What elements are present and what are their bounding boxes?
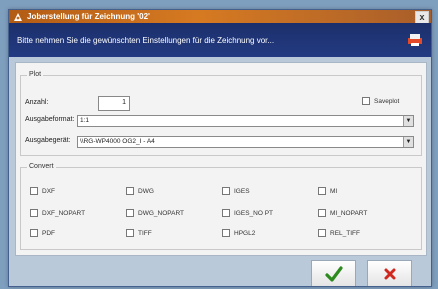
saveplot-checkbox[interactable]: Saveplot [362, 97, 399, 105]
convert-option[interactable]: IGES [222, 187, 250, 195]
convert-option-label: HPGL2 [234, 229, 256, 237]
saveplot-label: Saveplot [374, 97, 400, 105]
convert-option[interactable]: REL_TIFF [318, 229, 360, 237]
device-label: Ausgabegerät: [25, 137, 71, 144]
ok-button[interactable] [311, 260, 356, 286]
convert-option[interactable]: TIFF [126, 229, 152, 237]
count-value: 1 [122, 99, 126, 106]
instruction-banner: Bitte nehmen Sie die gewünschten Einstel… [9, 23, 431, 57]
convert-option-label: IGES_NO PT [234, 209, 274, 217]
saveplot-box[interactable] [362, 97, 370, 105]
convert-option-label: MI_NOPART [330, 209, 368, 217]
checkbox-box[interactable] [222, 187, 230, 195]
convert-option-label: PDF [42, 229, 55, 237]
convert-option-label: REL_TIFF [330, 229, 360, 237]
convert-option-label: DWG [138, 187, 154, 195]
convert-option-label: DXF_NOPART [42, 209, 86, 217]
checkbox-box[interactable] [222, 229, 230, 237]
chevron-down-icon[interactable]: ▼ [403, 137, 413, 147]
convert-option[interactable]: DWG_NOPART [126, 209, 184, 217]
checkbox-box[interactable] [30, 209, 38, 217]
cross-icon [384, 268, 395, 280]
convert-option[interactable]: PDF [30, 229, 55, 237]
count-label: Anzahl: [25, 99, 49, 106]
convert-option-label: DXF [42, 187, 55, 195]
convert-option[interactable]: DXF_NOPART [30, 209, 85, 217]
cancel-button[interactable] [367, 260, 412, 286]
checkbox-box[interactable] [318, 209, 326, 217]
format-label: Ausgabeformat: [25, 116, 75, 123]
convert-option-label: TIFF [138, 229, 152, 237]
plotter-icon [408, 34, 422, 46]
format-dropdown[interactable]: 1:1 ▼ [77, 115, 414, 127]
plot-group-legend: Plot [27, 71, 44, 78]
convert-option[interactable]: DXF [30, 187, 55, 195]
convert-option[interactable]: DWG [126, 187, 154, 195]
dialog-window: Joberstellung für Zeichnung '02' x Bitte… [8, 9, 432, 287]
checkbox-box[interactable] [318, 229, 326, 237]
checkbox-box[interactable] [126, 209, 134, 217]
device-value: \\RG-WP4000 OG2_I - A4 [80, 138, 155, 145]
count-spinner[interactable]: 1 [98, 96, 130, 111]
convert-option[interactable]: HPGL2 [222, 229, 255, 237]
checkbox-box[interactable] [126, 187, 134, 195]
checkbox-box[interactable] [30, 229, 38, 237]
convert-option-label: MI [330, 187, 338, 195]
checkbox-box[interactable] [126, 229, 134, 237]
convert-option[interactable]: MI_NOPART [318, 209, 367, 217]
app-icon [14, 12, 22, 21]
format-value: 1:1 [80, 117, 90, 124]
convert-group-legend: Convert [27, 163, 56, 170]
window-title: Joberstellung für Zeichnung '02' [27, 12, 150, 21]
checkbox-box[interactable] [318, 187, 326, 195]
chevron-down-icon[interactable]: ▼ [403, 116, 413, 126]
banner-text: Bitte nehmen Sie die gewünschten Einstel… [17, 36, 275, 45]
convert-option[interactable]: MI [318, 187, 337, 195]
title-bar[interactable]: Joberstellung für Zeichnung '02' x [9, 10, 431, 24]
convert-option-label: IGES [234, 187, 250, 195]
checkbox-box[interactable] [222, 209, 230, 217]
convert-option-label: DWG_NOPART [138, 209, 184, 217]
convert-option[interactable]: IGES_NO PT [222, 209, 273, 217]
checkmark-icon [324, 266, 343, 282]
checkbox-box[interactable] [30, 187, 38, 195]
device-dropdown[interactable]: \\RG-WP4000 OG2_I - A4 ▼ [77, 136, 414, 148]
